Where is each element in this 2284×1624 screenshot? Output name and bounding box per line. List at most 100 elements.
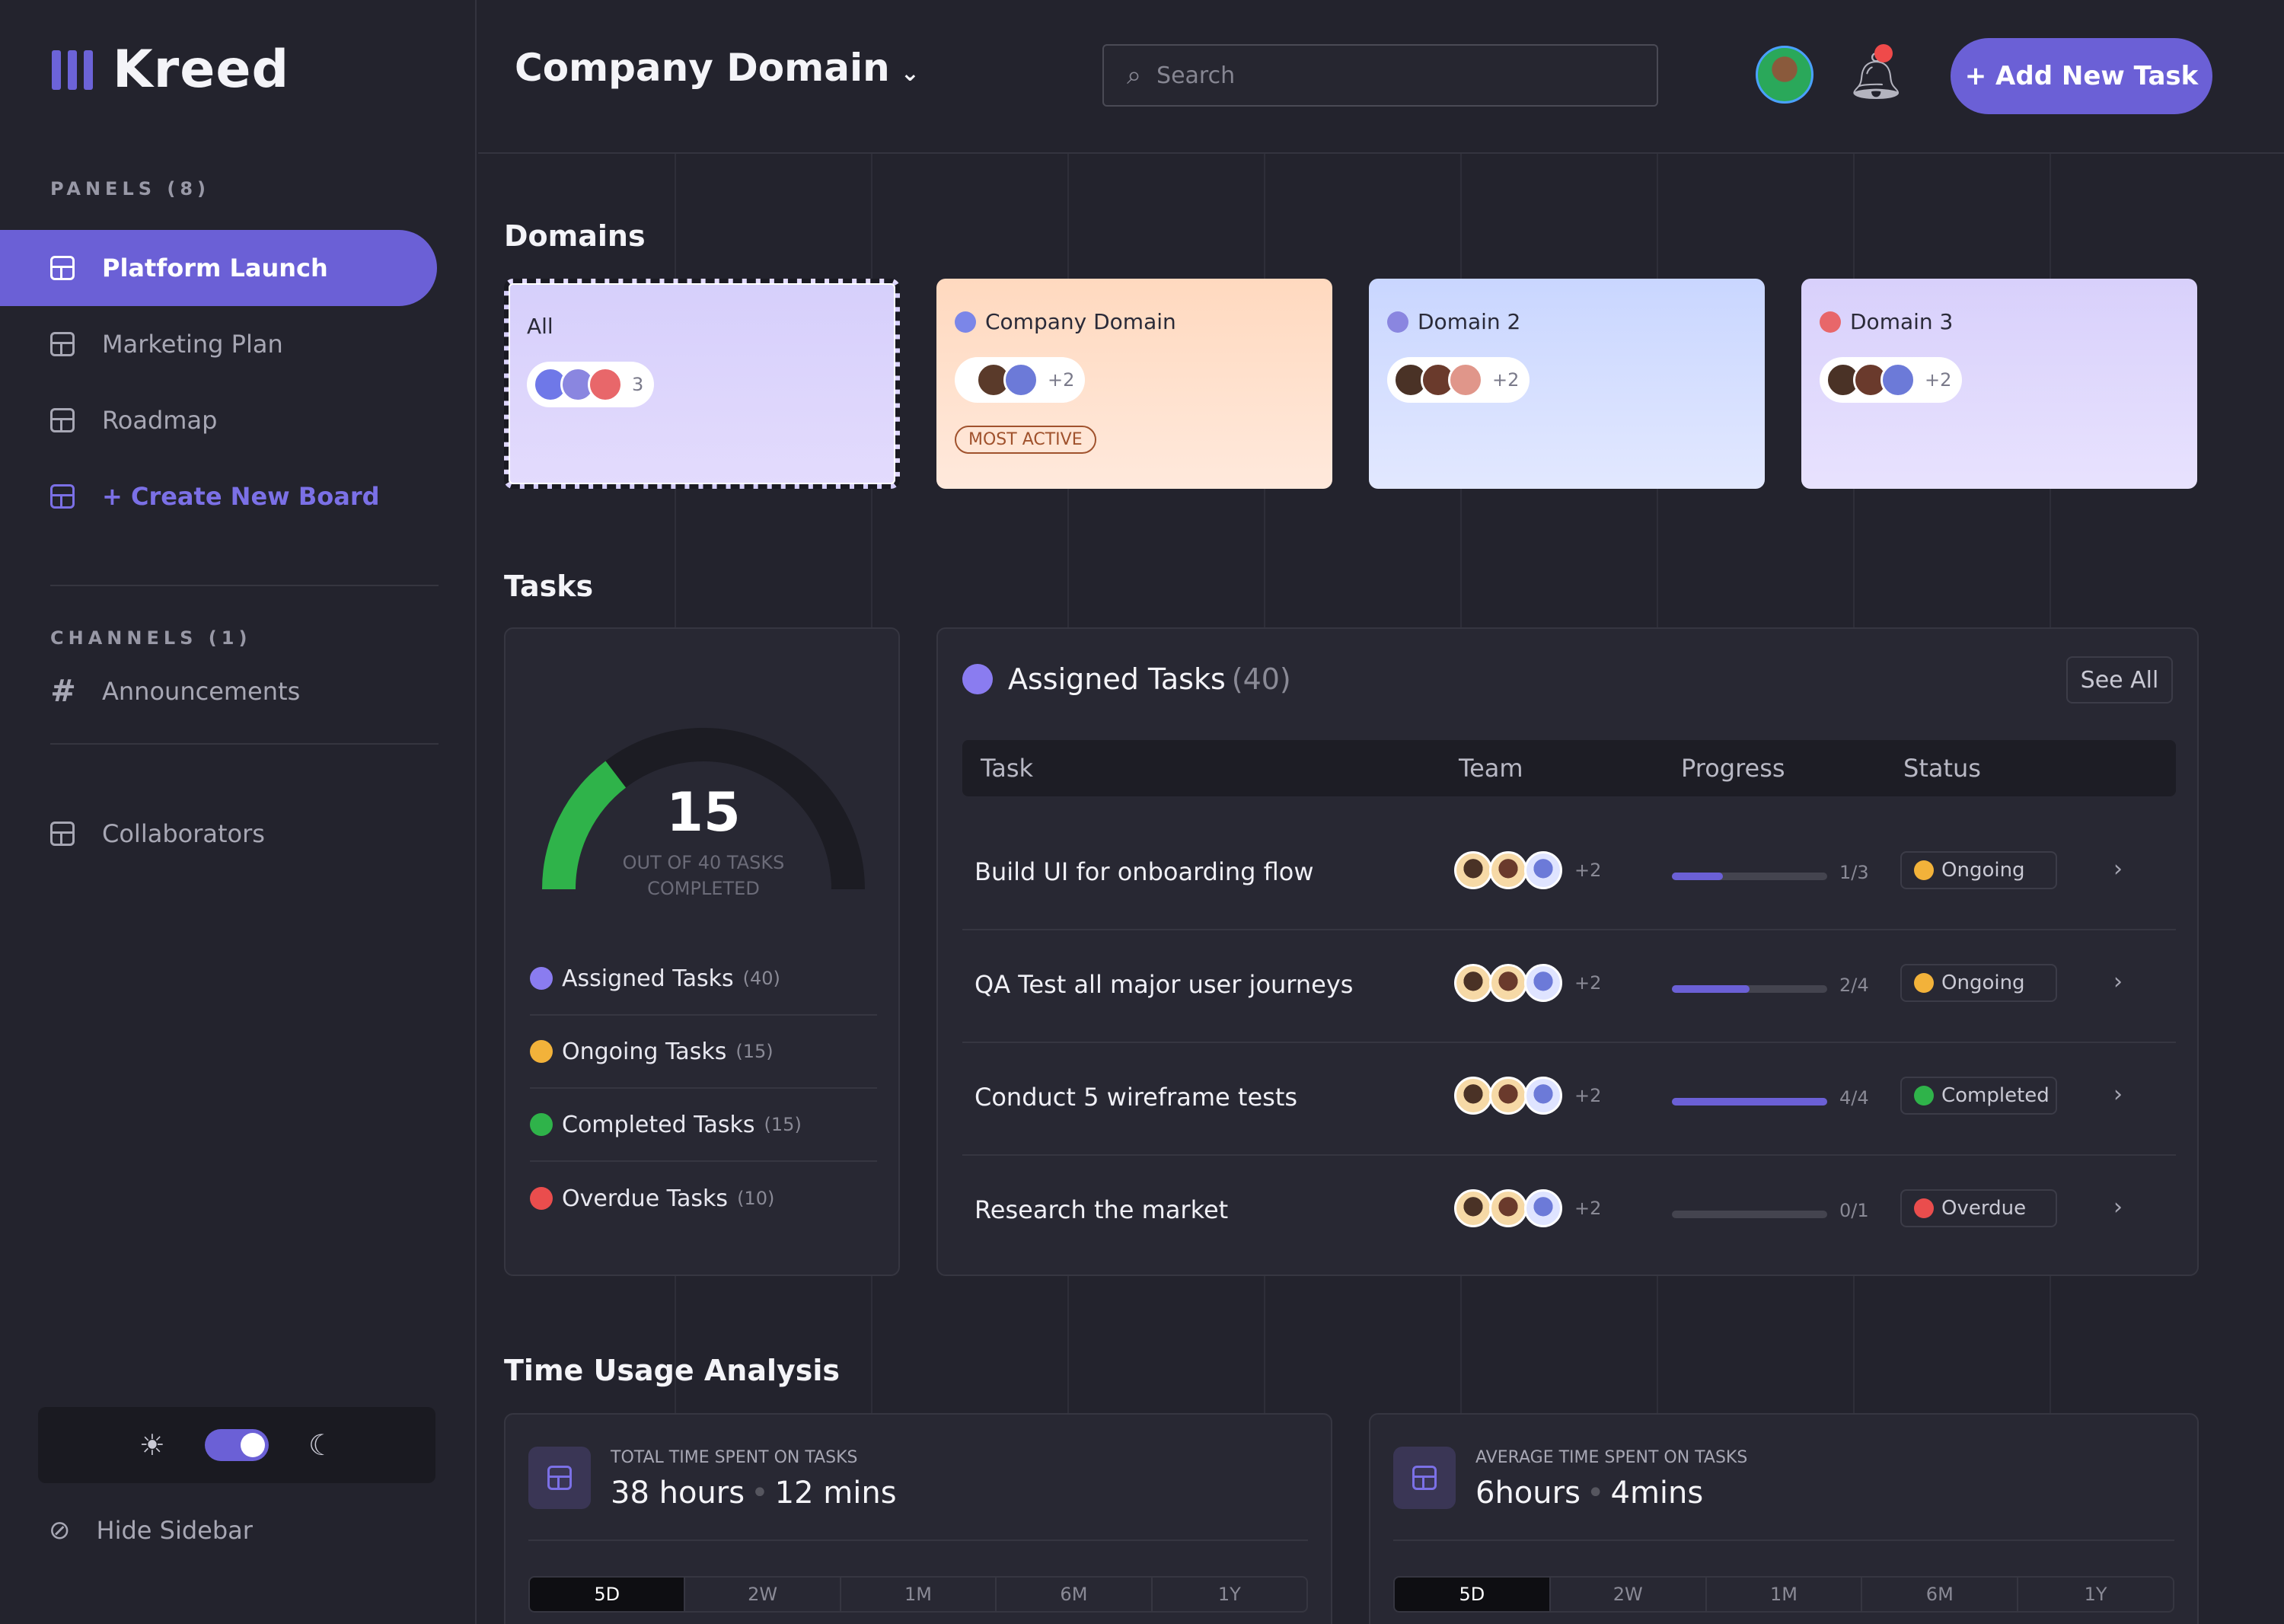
domain-name: Domain 2 xyxy=(1418,309,1521,334)
legend-count: (15) xyxy=(735,1041,774,1062)
notification-dot xyxy=(1874,44,1893,62)
range-tabs: 5D 2W 1M 6M 1Y xyxy=(1393,1576,2174,1613)
divider xyxy=(50,585,439,586)
range-tab-1y[interactable]: 1Y xyxy=(2018,1578,2173,1611)
avatar xyxy=(1524,964,1562,1002)
legend-label: Overdue Tasks xyxy=(562,1185,729,1212)
add-new-task-button[interactable]: + Add New Task xyxy=(1951,38,2212,114)
table-row[interactable]: Conduct 5 wireframe tests +2 4/4 Completed › xyxy=(962,1048,2176,1156)
chevron-right-icon[interactable]: › xyxy=(2113,968,2123,995)
time-card-total: TOTAL TIME SPENT ON TASKS 38 hours • 12 mi… xyxy=(504,1413,1332,1624)
team-more: +2 xyxy=(1574,972,1602,994)
app-name: Kreed xyxy=(113,40,290,100)
progress-text: 0/1 xyxy=(1839,1200,1869,1221)
sidebar-item-marketing-plan[interactable]: Marketing Plan xyxy=(0,306,437,382)
task-name: Conduct 5 wireframe tests xyxy=(975,1083,1298,1112)
sidebar-item-platform-launch[interactable]: Platform Launch xyxy=(0,230,437,306)
team-more: +2 xyxy=(1574,860,1602,881)
domain-logo-icon xyxy=(955,311,976,333)
progress-text: 4/4 xyxy=(1839,1087,1869,1109)
domain-card-3[interactable]: Domain 3 +2 xyxy=(1801,279,2197,489)
chevron-right-icon[interactable]: › xyxy=(2113,1081,2123,1108)
sidebar-item-label: Marketing Plan xyxy=(102,330,283,359)
legend-label: Ongoing Tasks xyxy=(562,1038,727,1065)
theme-switch[interactable] xyxy=(205,1429,269,1461)
sidebar-item-collaborators[interactable]: Collaborators xyxy=(0,796,437,872)
table-row[interactable]: Research the market +2 0/1 Overdue › xyxy=(962,1160,2176,1268)
legend-overdue[interactable]: Overdue Tasks (10) xyxy=(530,1162,877,1235)
time-value: 38 hours • 12 mins xyxy=(611,1476,897,1511)
progress-bar xyxy=(1672,1211,1827,1218)
range-tab-6m[interactable]: 6M xyxy=(997,1578,1153,1611)
domain-avatars: +2 xyxy=(1820,357,1963,403)
assigned-tasks-title: Assigned Tasks (40) xyxy=(962,662,1291,696)
status-dot xyxy=(1914,1086,1934,1106)
range-tab-5d[interactable]: 5D xyxy=(1395,1578,1551,1611)
range-tab-1m[interactable]: 1M xyxy=(1707,1578,1863,1611)
range-tab-2w[interactable]: 2W xyxy=(685,1578,841,1611)
time-value: 6hours • 4mins xyxy=(1475,1476,1704,1511)
channel-announcements[interactable]: # Announcements xyxy=(0,653,437,729)
legend-assigned[interactable]: Assigned Tasks (40) xyxy=(530,943,877,1016)
sidebar-item-roadmap[interactable]: Roadmap xyxy=(0,382,437,458)
domain-logo-icon xyxy=(1820,311,1841,333)
page-title: Company Domain xyxy=(515,46,890,90)
range-tab-2w[interactable]: 2W xyxy=(1551,1578,1707,1611)
legend-ongoing[interactable]: Ongoing Tasks (15) xyxy=(530,1016,877,1089)
avatar xyxy=(1524,1189,1562,1227)
domain-card-company[interactable]: Company Domain +2 MOST ACTIVE xyxy=(936,279,1332,489)
user-avatar[interactable] xyxy=(1756,46,1813,104)
moon-icon[interactable]: ☾ xyxy=(308,1428,334,1462)
status-dot xyxy=(530,1040,553,1063)
avatar xyxy=(1524,851,1562,889)
create-new-board-button[interactable]: + Create New Board xyxy=(0,458,437,534)
column-header: Task xyxy=(981,754,1034,783)
table-row[interactable]: Build UI for onboarding flow +2 1/3 Ongoing… xyxy=(962,822,2176,930)
see-all-button[interactable]: See All xyxy=(2066,656,2173,704)
status-badge: Ongoing xyxy=(1900,964,2057,1002)
sidebar-item-label: + Create New Board xyxy=(102,482,380,511)
board-icon xyxy=(1393,1447,1456,1509)
team-more: +2 xyxy=(1574,1085,1602,1106)
legend-completed[interactable]: Completed Tasks (15) xyxy=(530,1089,877,1162)
status-dot xyxy=(1914,973,1934,993)
range-tab-5d[interactable]: 5D xyxy=(530,1578,686,1611)
divider xyxy=(50,743,439,745)
channel-label: Announcements xyxy=(102,677,301,706)
board-icon xyxy=(528,1447,591,1509)
hide-sidebar-button[interactable]: ⊘ Hide Sidebar xyxy=(49,1515,253,1546)
legend-label: Completed Tasks xyxy=(562,1111,755,1138)
chevron-right-icon[interactable]: › xyxy=(2113,856,2123,882)
team-avatars: +2 xyxy=(1454,1189,1601,1227)
board-icon xyxy=(50,332,75,356)
domain-selector[interactable]: Company Domain ⌄ xyxy=(515,46,920,90)
domain-card-all[interactable]: All 3 xyxy=(504,279,900,489)
sidebar: Kreed PANELS (8) Platform Launch Marketi… xyxy=(0,0,477,1624)
domain-card-2[interactable]: Domain 2 +2 xyxy=(1369,279,1765,489)
time-card-average: AVERAGE TIME SPENT ON TASKS 6hours • 4mins… xyxy=(1369,1413,2199,1624)
main-content: Domains All 3 Company Domain +2 MOST ACT… xyxy=(478,154,2284,1624)
task-summary-panel: 15 OUT OF 40 TASKS COMPLETED Assigned Ta… xyxy=(504,627,900,1276)
range-tab-1m[interactable]: 1M xyxy=(841,1578,997,1611)
range-tab-6m[interactable]: 6M xyxy=(1862,1578,2019,1611)
progress-text: 1/3 xyxy=(1839,862,1869,883)
search-input[interactable]: ⌕ Search xyxy=(1102,44,1658,107)
chevron-right-icon[interactable]: › xyxy=(2113,1194,2123,1220)
search-placeholder: Search xyxy=(1156,62,1236,89)
time-usage-title: Time Usage Analysis xyxy=(504,1354,841,1387)
eye-off-icon: ⊘ xyxy=(49,1515,71,1546)
column-header: Team xyxy=(1459,754,1523,783)
hash-icon: # xyxy=(50,674,76,709)
domain-name: Company Domain xyxy=(985,309,1176,334)
progress-bar xyxy=(1672,873,1827,880)
sun-icon[interactable]: ☀ xyxy=(139,1428,165,1462)
logo-icon xyxy=(52,49,93,90)
progress-bar xyxy=(1672,1098,1827,1106)
board-icon xyxy=(50,484,75,509)
team-avatars: +2 xyxy=(1454,1077,1601,1115)
domain-count: +2 xyxy=(1492,369,1520,391)
channels-label: CHANNELS (1) xyxy=(50,627,252,649)
table-row[interactable]: QA Test all major user journeys +2 2/4 Ongo… xyxy=(962,935,2176,1043)
avatar xyxy=(1524,1077,1562,1115)
range-tab-1y[interactable]: 1Y xyxy=(1153,1578,1306,1611)
